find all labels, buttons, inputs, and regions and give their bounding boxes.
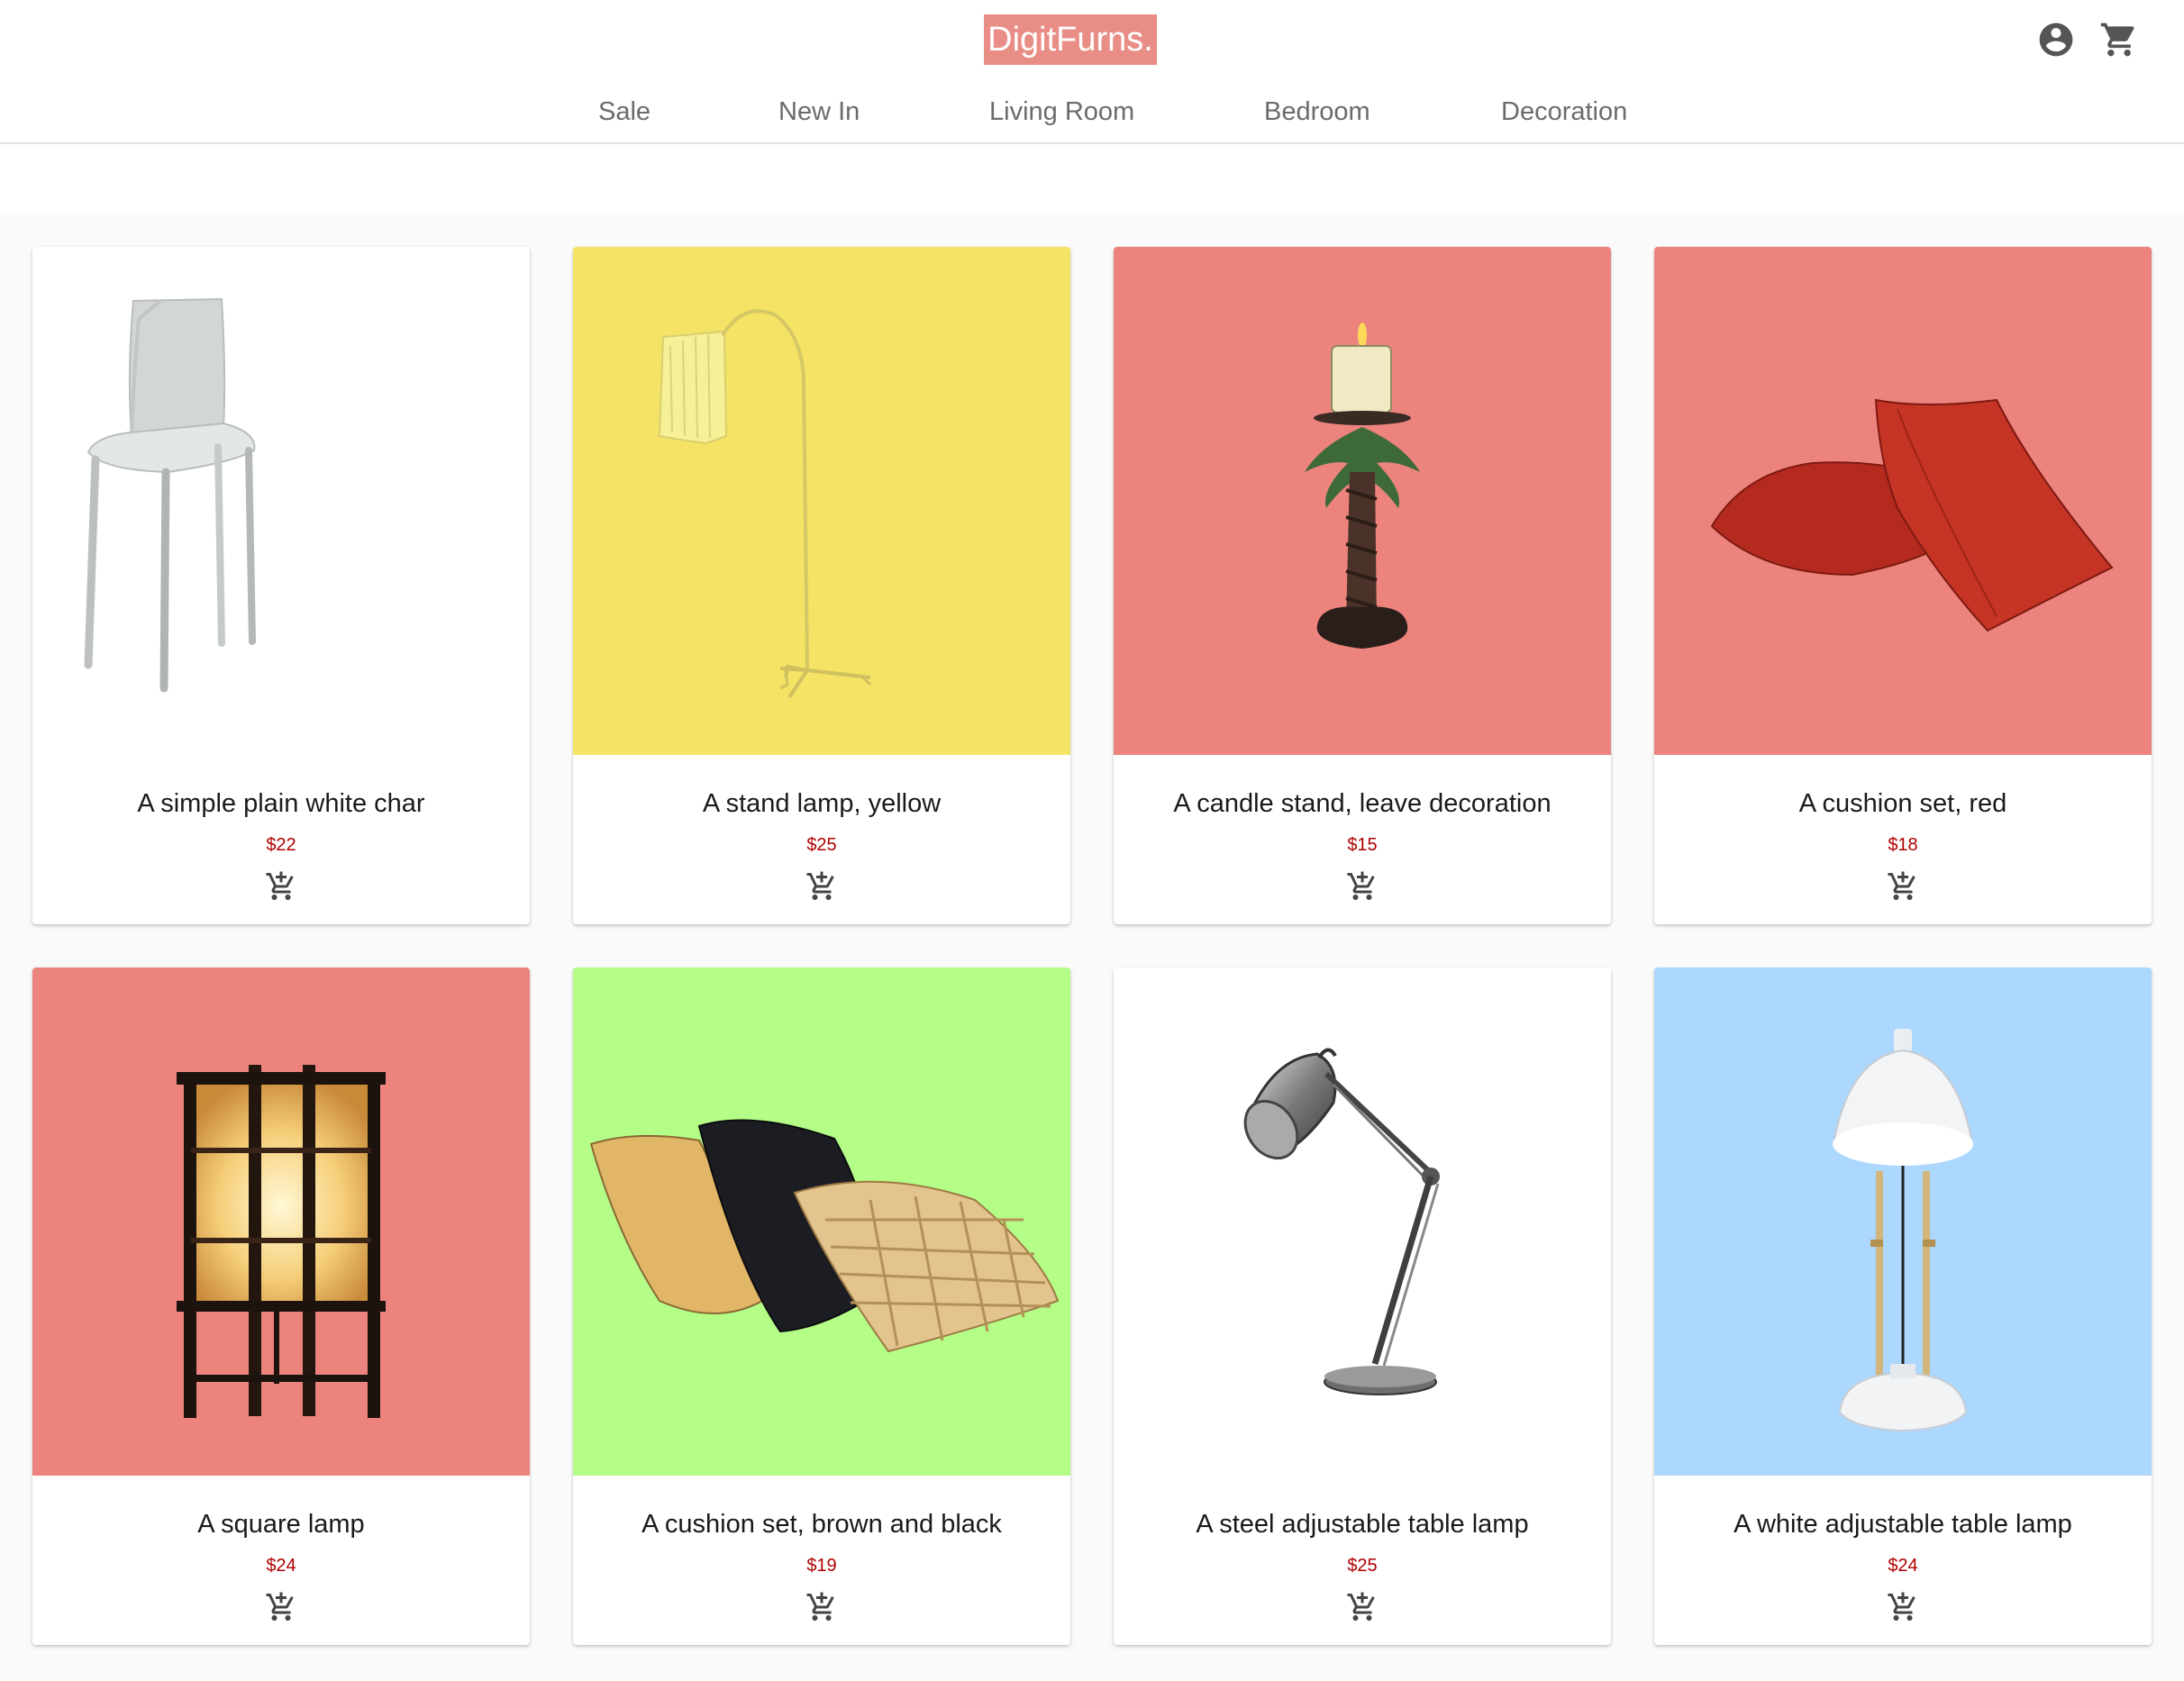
site-header: DigitFurns. Sale New In Living Room Bedr… [0,0,2184,144]
product-title[interactable]: A cushion set, brown and black [573,1508,1070,1540]
product-card[interactable]: A cushion set, brown and black $19 [573,968,1070,1645]
sub-header-bar [0,144,2184,213]
product-image-red-cushions[interactable] [1654,247,2152,755]
nav-item-sale[interactable]: Sale [598,90,651,133]
steel-desk-lamp-illustration [1243,1048,1440,1395]
product-title[interactable]: A white adjustable table lamp [1654,1508,2152,1540]
product-image-white-chair[interactable] [32,247,530,755]
shopping-cart-icon[interactable] [2099,20,2139,59]
add-shopping-cart-icon[interactable] [805,870,838,903]
yellow-floor-lamp-illustration [658,309,872,699]
nav-item-living-room[interactable]: Living Room [989,90,1134,133]
product-price: $18 [1888,835,1918,855]
product-price: $24 [266,1556,296,1576]
product-title[interactable]: A simple plain white char [32,787,530,820]
product-price: $22 [266,835,296,855]
product-price: $15 [1347,835,1378,855]
add-shopping-cart-icon[interactable] [805,1591,838,1623]
add-shopping-cart-icon[interactable] [1887,1591,1919,1623]
add-shopping-cart-icon[interactable] [1346,1591,1379,1623]
brand-logo[interactable]: DigitFurns. [984,14,1157,65]
product-card[interactable]: A cushion set, red $18 [1654,247,2152,924]
product-title[interactable]: A cushion set, red [1654,787,2152,820]
product-card[interactable]: A simple plain white char $22 [32,247,530,924]
product-card[interactable]: A stand lamp, yellow $25 [573,247,1070,924]
white-desk-lamp-illustration [1833,1029,1973,1432]
add-shopping-cart-icon[interactable] [1887,870,1919,903]
product-image-brown-black-cushions[interactable] [573,968,1070,1476]
product-price: $19 [806,1556,837,1576]
square-lamp-illustration [177,1065,386,1418]
product-title[interactable]: A steel adjustable table lamp [1114,1508,1611,1540]
product-price: $25 [806,835,837,855]
product-card[interactable]: A square lamp $24 [32,968,530,1645]
product-title[interactable]: A candle stand, leave decoration [1114,787,1611,820]
product-card[interactable]: A steel adjustable table lamp $25 [1114,968,1611,1645]
product-title[interactable]: A square lamp [32,1508,530,1540]
add-shopping-cart-icon[interactable] [265,870,297,903]
product-title[interactable]: A stand lamp, yellow [573,787,1070,820]
add-shopping-cart-icon[interactable] [1346,870,1379,903]
product-image-candle-stand[interactable] [1114,247,1611,755]
product-image-yellow-floor-lamp[interactable] [573,247,1070,755]
nav-item-decoration[interactable]: Decoration [1501,90,1627,133]
red-cushions-illustration [1710,398,2114,632]
white-chair-illustration [84,297,256,693]
nav-item-new-in[interactable]: New In [778,90,860,133]
product-image-white-desk-lamp[interactable] [1654,968,2152,1476]
main-nav: Sale New In Living Room Bedroom Decorati… [0,90,2184,135]
add-shopping-cart-icon[interactable] [265,1591,297,1623]
product-image-steel-desk-lamp[interactable] [1114,968,1611,1476]
product-price: $24 [1888,1556,1918,1576]
product-card[interactable]: A white adjustable table lamp $24 [1654,968,2152,1645]
account-circle-icon[interactable] [2036,20,2076,59]
product-price: $25 [1347,1556,1378,1576]
nav-item-bedroom[interactable]: Bedroom [1264,90,1370,133]
candle-stand-illustration [1305,323,1420,649]
product-image-square-lamp[interactable] [32,968,530,1476]
brown-black-cushions-illustration [589,1119,1060,1353]
product-card[interactable]: A candle stand, leave decoration $15 [1114,247,1611,924]
